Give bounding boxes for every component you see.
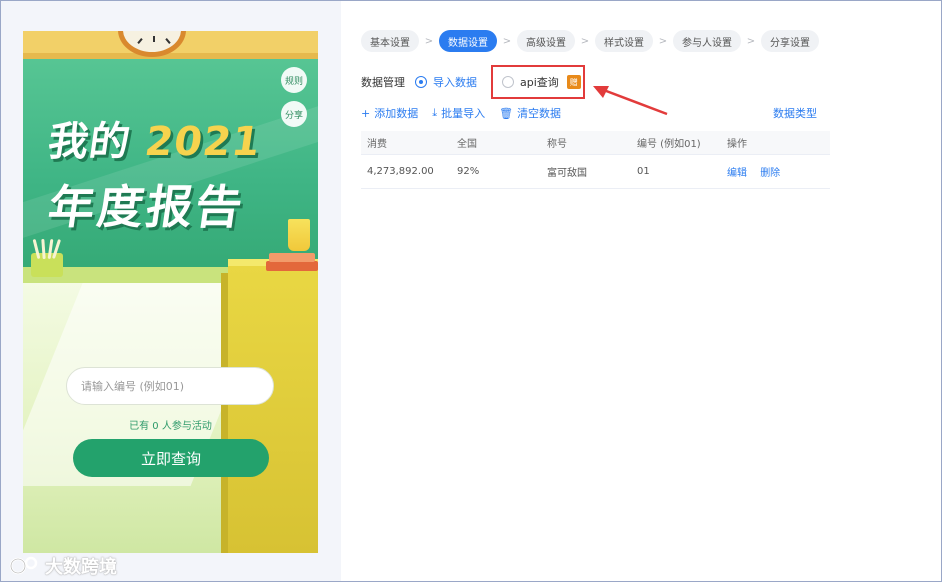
cell-consumption: 4,273,892.00: [367, 166, 434, 177]
col-header-number: 编号 (例如01): [637, 139, 701, 150]
add-data-label: 添加数据: [374, 107, 419, 120]
participants-count: 已有 0 人参与活动: [129, 421, 212, 432]
clock-tick: [153, 36, 155, 42]
clear-data-label: 清空数据: [517, 107, 562, 120]
step-participants[interactable]: 参与人设置: [673, 30, 741, 52]
clock-tick: [137, 38, 143, 44]
book: [269, 253, 315, 262]
clear-data-button[interactable]: 🗑 清空数据: [499, 105, 561, 121]
watermark: 大数跨境: [9, 553, 117, 579]
ceiling-band: [23, 53, 318, 59]
col-header-operations: 操作: [727, 139, 747, 150]
serial-number-input[interactable]: 请输入编号 (例如01): [66, 367, 274, 405]
data-management-label: 数据管理: [361, 76, 405, 89]
report-title-line2: 年度报告: [44, 180, 249, 234]
gift-tag-icon: 赠: [566, 75, 581, 89]
edit-row-button[interactable]: 编辑: [727, 168, 747, 179]
red-arrow-icon: [593, 86, 668, 116]
radio-import-data-label[interactable]: 导入数据: [433, 74, 477, 90]
clock-tick: [165, 38, 171, 44]
chevron-right-icon: >: [658, 35, 668, 47]
title-year: 2021: [142, 119, 264, 165]
data-table: 消费 全国 称号 编号 (例如01) 操作 4,273,892.00 92% 富…: [361, 131, 830, 189]
batch-import-button[interactable]: ⤓ 批量导入: [432, 105, 485, 121]
chevron-right-icon: >: [424, 35, 434, 47]
cup-icon: [288, 219, 310, 251]
add-data-button[interactable]: + 添加数据: [361, 105, 418, 121]
watermark-text: 大数跨境: [45, 557, 117, 578]
chevron-right-icon: >: [746, 35, 756, 47]
step-style[interactable]: 样式设置: [595, 30, 653, 52]
report-title-line1: 我的 2021: [45, 109, 265, 167]
books-icon: [266, 249, 318, 271]
title-prefix: 我的: [45, 119, 149, 165]
cell-operations: 编辑 删除: [721, 164, 830, 179]
radio-api-query-label[interactable]: api查询: [520, 74, 559, 90]
api-query-option[interactable]: api查询 赠: [502, 74, 581, 90]
radio-api-query[interactable]: [502, 76, 514, 88]
cell-number: 01: [637, 166, 650, 177]
share-button[interactable]: 分享: [281, 101, 307, 127]
col-header-consumption: 消费: [367, 139, 387, 150]
download-icon: ⤓: [432, 106, 438, 119]
data-actions: + 添加数据 ⤓ 批量导入 🗑 清空数据: [361, 105, 575, 121]
settings-steps: 基本设置 > 数据设置 > 高级设置 > 样式设置 > 参与人设置 > 分享设置: [361, 30, 819, 52]
data-type-link[interactable]: 数据类型: [773, 105, 817, 121]
query-now-button[interactable]: 立即查询: [73, 439, 269, 477]
chevron-right-icon: >: [502, 35, 512, 47]
table-header: 消费 全国 称号 编号 (例如01) 操作: [361, 131, 830, 155]
watermark-logo-icon: [9, 556, 38, 575]
cell-title: 富可敌国: [547, 168, 587, 179]
data-management-row: 数据管理 导入数据: [361, 74, 511, 90]
plus-icon: +: [361, 106, 371, 120]
step-share[interactable]: 分享设置: [761, 30, 819, 52]
col-header-title: 称号: [547, 139, 567, 150]
radio-import-data[interactable]: [415, 76, 427, 88]
step-data[interactable]: 数据设置: [439, 30, 497, 52]
cell-national: 92%: [457, 166, 480, 177]
phone-preview: 我的 2021 年度报告 规则 分享 请输入编号 (例如01) 已有 0 人参与…: [23, 31, 318, 553]
step-basic[interactable]: 基本设置: [361, 30, 419, 52]
table-row: 4,273,892.00 92% 富可敌国 01 编辑 删除: [361, 155, 830, 189]
col-header-national: 全国: [457, 139, 477, 150]
step-advanced[interactable]: 高级设置: [517, 30, 575, 52]
delete-row-button[interactable]: 删除: [760, 168, 780, 179]
rules-button[interactable]: 规则: [281, 67, 307, 93]
desk: [228, 266, 318, 553]
report-title: 我的 2021 年度报告: [45, 109, 264, 237]
chevron-right-icon: >: [580, 35, 590, 47]
trash-icon: 🗑: [499, 106, 514, 120]
batch-import-label: 批量导入: [441, 107, 486, 120]
book: [266, 261, 318, 271]
